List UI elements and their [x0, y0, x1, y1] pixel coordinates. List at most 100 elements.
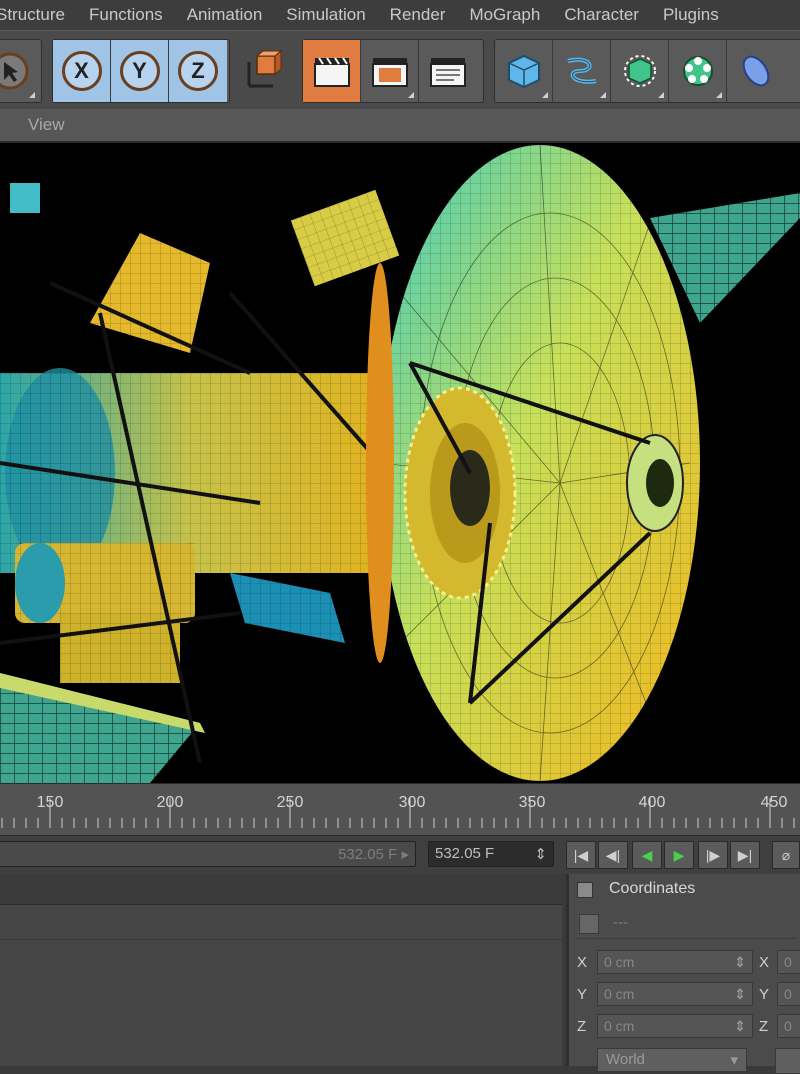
size-y-label: Y — [759, 986, 770, 1003]
coordinates-object-row: --- — [577, 910, 797, 939]
clapperboard-icon — [313, 57, 350, 87]
position-z-label: Z — [577, 1018, 587, 1035]
axis-lock-group: X Y Z — [52, 39, 230, 103]
menu-structure[interactable]: Structure — [0, 5, 77, 25]
objects-group — [494, 39, 800, 103]
deformer-object-button[interactable] — [727, 40, 785, 102]
coordinate-system-button[interactable] — [232, 39, 290, 101]
cube-icon — [507, 54, 540, 89]
view-menu[interactable]: View — [28, 115, 65, 135]
viewport[interactable] — [0, 143, 800, 783]
tick-label: 400 — [638, 794, 666, 811]
position-y-label: Y — [577, 986, 588, 1003]
size-x-value: 0 cm — [784, 954, 800, 973]
menu-plugins[interactable]: Plugins — [651, 5, 731, 25]
nurbs-object-button[interactable] — [611, 40, 669, 102]
nurbs-icon — [623, 55, 656, 87]
spline-icon — [567, 57, 596, 84]
render-view-button[interactable] — [303, 40, 361, 102]
current-frame-field[interactable]: 532.05 F ⇕ — [428, 841, 554, 867]
select-tool-button[interactable] — [0, 40, 39, 102]
step-back-button[interactable]: ◀ — [632, 841, 662, 869]
y-axis-lock-button[interactable]: Y — [111, 40, 169, 102]
render-group — [302, 39, 484, 103]
menu-render[interactable]: Render — [378, 5, 458, 25]
size-z-label: Z — [759, 1018, 769, 1035]
chevron-down-icon: ▾ — [730, 1052, 738, 1069]
next-key-button[interactable]: |▶ — [698, 841, 728, 869]
coord-row-x: X 0 cm ⇕ X 0 cm — [573, 950, 800, 976]
coordinate-mode-value: World — [606, 1051, 645, 1068]
object-manager-subheader — [0, 905, 562, 940]
key-icon: ⌀ — [781, 846, 791, 863]
tick-label: 450 — [760, 794, 788, 811]
coord-row-y: Y 0 cm ⇕ Y 0 cm — [573, 982, 800, 1008]
z-axis-lock-button[interactable]: Z — [169, 40, 227, 102]
stepper-icon: ⇕ — [734, 986, 746, 1002]
next-key-icon: |▶ — [705, 846, 721, 863]
render-region-icon — [371, 58, 408, 87]
position-y-input[interactable]: 0 cm ⇕ — [597, 982, 753, 1006]
play-button[interactable]: ▶ — [664, 841, 694, 869]
skip-end-icon: ▶| — [737, 846, 753, 863]
end-frame-value: 532.05 F — [338, 846, 398, 863]
prev-key-icon: ◀| — [605, 846, 621, 863]
size-y-value: 0 cm — [784, 986, 800, 1005]
position-x-input[interactable]: 0 cm ⇕ — [597, 950, 753, 974]
record-button[interactable]: ⌀ — [772, 841, 800, 869]
stepper-icon: ⇕ — [734, 1018, 746, 1034]
satellite-render — [0, 144, 800, 783]
position-x-label: X — [577, 954, 588, 971]
menu-functions[interactable]: Functions — [77, 5, 175, 25]
coordinates-object-name: --- — [613, 914, 628, 931]
tick-label: 350 — [518, 794, 546, 811]
transport-bar: 532.05 F ▸ 532.05 F ⇕ |◀ ◀| ◀ ▶ |▶ ▶| ⌀ — [0, 835, 800, 874]
render-region-button[interactable] — [361, 40, 419, 102]
stepper-icon: ▸ — [401, 846, 409, 863]
skip-start-icon: |◀ — [573, 846, 589, 863]
tick-label: 300 — [398, 794, 426, 811]
spline-object-button[interactable] — [553, 40, 611, 102]
viewport-header: View — [0, 109, 800, 143]
select-tool-group — [0, 39, 42, 103]
go-to-start-button[interactable]: |◀ — [566, 841, 596, 869]
menu-bar: Structure Functions Animation Simulation… — [0, 0, 800, 30]
coordinate-system-icon — [247, 49, 283, 88]
object-manager-panel — [0, 874, 562, 1066]
render-settings-icon — [430, 58, 466, 87]
size-y-input[interactable]: 0 cm — [777, 982, 800, 1006]
z-axis-icon: Z — [178, 51, 218, 91]
end-frame-field[interactable]: 532.05 F ▸ — [0, 841, 416, 867]
timeline-ruler[interactable]: 150 200 250 300 350 400 450 — [0, 783, 800, 836]
apply-button[interactable] — [775, 1048, 800, 1074]
menu-animation[interactable]: Animation — [175, 5, 275, 25]
x-axis-icon: X — [61, 51, 102, 91]
tick-label: 200 — [156, 794, 184, 811]
cube-object-button[interactable] — [495, 40, 553, 102]
size-x-label: X — [759, 954, 770, 971]
coordinate-system-group — [232, 39, 290, 101]
menu-mograph[interactable]: MoGraph — [457, 5, 552, 25]
main-toolbar: X Y Z — [0, 30, 800, 110]
menu-simulation[interactable]: Simulation — [274, 5, 377, 25]
pointer-icon — [0, 52, 29, 90]
coordinate-mode-select[interactable]: World ▾ — [597, 1048, 747, 1072]
mograph-object-button[interactable] — [669, 40, 727, 102]
size-x-input[interactable]: 0 cm — [777, 950, 800, 974]
go-to-end-button[interactable]: ▶| — [730, 841, 760, 869]
step-back-icon: ◀ — [641, 846, 653, 863]
size-z-input[interactable]: 0 cm — [777, 1014, 800, 1038]
stepper-icon: ⇕ — [534, 846, 547, 863]
play-icon: ▶ — [673, 846, 685, 863]
position-y-value: 0 cm — [604, 986, 635, 1002]
coordinates-title: Coordinates — [609, 880, 696, 897]
position-z-input[interactable]: 0 cm ⇕ — [597, 1014, 753, 1038]
panel-handle-icon[interactable] — [577, 882, 593, 898]
x-axis-lock-button[interactable]: X — [53, 40, 111, 102]
previous-key-button[interactable]: ◀| — [598, 841, 628, 869]
menu-character[interactable]: Character — [552, 5, 651, 25]
cloner-icon — [682, 56, 713, 86]
coordinates-panel: Coordinates --- X 0 cm ⇕ X 0 cm Y 0 cm ⇕ Y… — [566, 874, 800, 1074]
position-x-value: 0 cm — [604, 954, 635, 970]
render-settings-button[interactable] — [419, 40, 477, 102]
